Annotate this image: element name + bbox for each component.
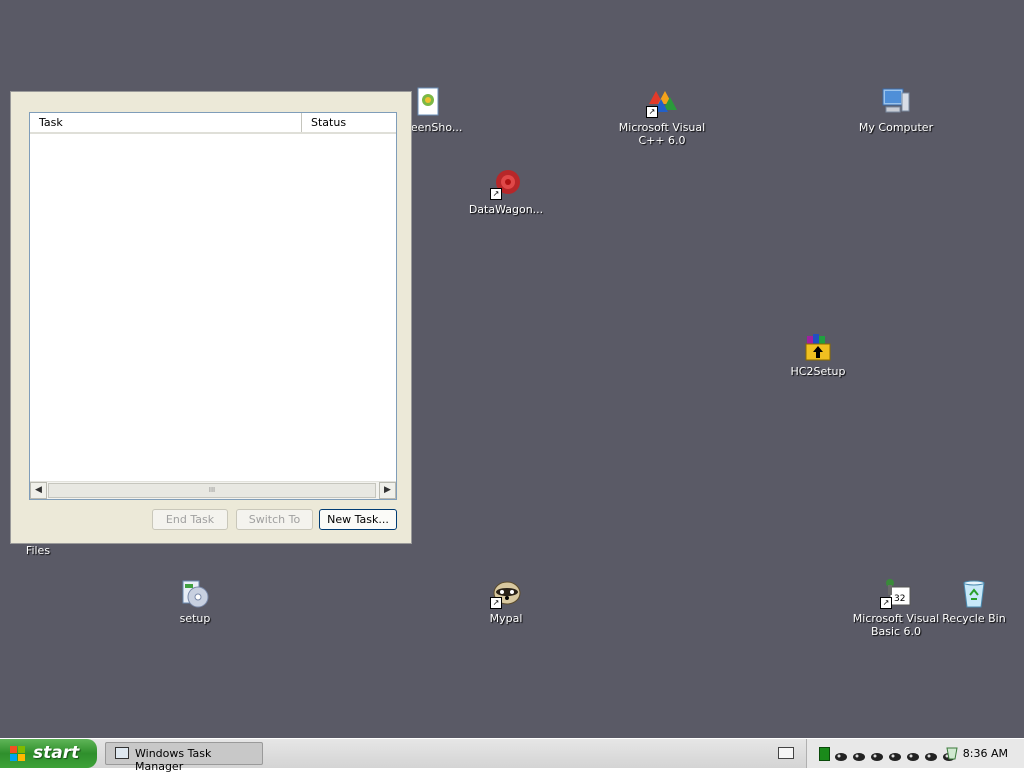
network-monitor-icon[interactable] [819, 747, 830, 761]
desktop-icon-label: Mypal [489, 612, 523, 625]
taskbar: start Windows Task Manager 8:36 AM [0, 738, 1024, 773]
desktop-icon-hc2setup[interactable]: HC2Setup [770, 330, 866, 378]
mypal-raccoon-icon: ↗ [490, 577, 522, 609]
tray-app-icon[interactable] [925, 747, 938, 761]
desktop-icon-label: My Computer [858, 121, 934, 134]
taskbar-button-task-manager[interactable]: Windows Task Manager [105, 742, 263, 773]
tray-app-icon[interactable] [835, 747, 848, 761]
switch-to-button[interactable]: Switch To [236, 509, 313, 530]
start-label: start [33, 743, 80, 763]
datawagon-icon: ↗ [490, 168, 522, 200]
tray-app-icon[interactable] [907, 747, 920, 761]
desktop-icon-label: DataWagon... [468, 203, 544, 216]
column-header-status[interactable]: Status [302, 113, 396, 132]
screenshot-file-icon [412, 86, 444, 118]
desktop-icon-label: HC2Setup [790, 365, 846, 378]
desktop-icon-vcpp[interactable]: ↗ Microsoft Visual C++ 6.0 [614, 86, 710, 147]
desktop-icon-datawagon[interactable]: ↗ DataWagon... [458, 168, 554, 216]
horizontal-scrollbar[interactable]: ◀ III ▶ [30, 481, 396, 499]
tray-app-icon[interactable] [871, 747, 884, 761]
clock[interactable]: 8:36 AM [963, 747, 1008, 760]
desktop-icon-mypal[interactable]: ↗ Mypal [458, 577, 554, 625]
setup-cd-icon [179, 577, 211, 609]
visual-basic-icon: 32 ↗ [880, 577, 912, 609]
tray-app-icon[interactable] [853, 747, 866, 761]
shortcut-arrow-icon: ↗ [490, 597, 502, 609]
shortcut-arrow-icon: ↗ [490, 188, 502, 200]
start-button[interactable]: start [0, 739, 97, 768]
task-list-header: Task Status [30, 113, 396, 134]
my-computer-icon [880, 86, 912, 118]
tray-recycle-icon[interactable] [945, 745, 959, 760]
desktop-icon-label: Recycle Bin [942, 612, 1006, 625]
desktop-icon-label: Microsoft Visual C++ 6.0 [618, 121, 706, 147]
taskbar-button-label: Windows Task Manager [135, 747, 212, 773]
task-list[interactable]: Task Status ◀ III ▶ [29, 112, 397, 500]
shortcut-arrow-icon: ↗ [880, 597, 892, 609]
desktop-icon-setup[interactable]: setup [147, 577, 243, 625]
desktop-icon-recycle-bin[interactable]: Recycle Bin [926, 577, 1022, 625]
desktop-icon-my-computer[interactable]: My Computer [848, 86, 944, 134]
tray-app-icon[interactable] [889, 747, 902, 761]
desktop-icon-files[interactable]: Files [0, 544, 86, 557]
svg-text:32: 32 [894, 594, 905, 604]
system-tray: 8:36 AM [806, 739, 1024, 768]
visual-cpp-icon: ↗ [646, 86, 678, 118]
windows-flag-icon [10, 746, 26, 762]
desktop: ScreenSho... ↗ Microsoft Visual C++ 6.0 … [0, 0, 1024, 738]
task-manager-icon [115, 747, 129, 759]
desktop-icon-label: setup [179, 612, 211, 625]
winrar-archive-icon [802, 330, 834, 362]
task-manager-window: Task Status ◀ III ▶ End Task Switch To N… [10, 91, 412, 544]
scroll-right-arrow-icon[interactable]: ▶ [379, 482, 396, 499]
scroll-thumb[interactable]: III [48, 483, 376, 498]
new-task-button[interactable]: New Task... [319, 509, 397, 530]
column-header-task[interactable]: Task [30, 113, 302, 132]
shortcut-arrow-icon: ↗ [646, 106, 658, 118]
end-task-button[interactable]: End Task [152, 509, 228, 530]
recycle-bin-icon [958, 577, 990, 609]
desktop-icon-label: Files [25, 544, 51, 557]
scroll-left-arrow-icon[interactable]: ◀ [30, 482, 47, 499]
keyboard-language-icon[interactable] [778, 747, 794, 759]
